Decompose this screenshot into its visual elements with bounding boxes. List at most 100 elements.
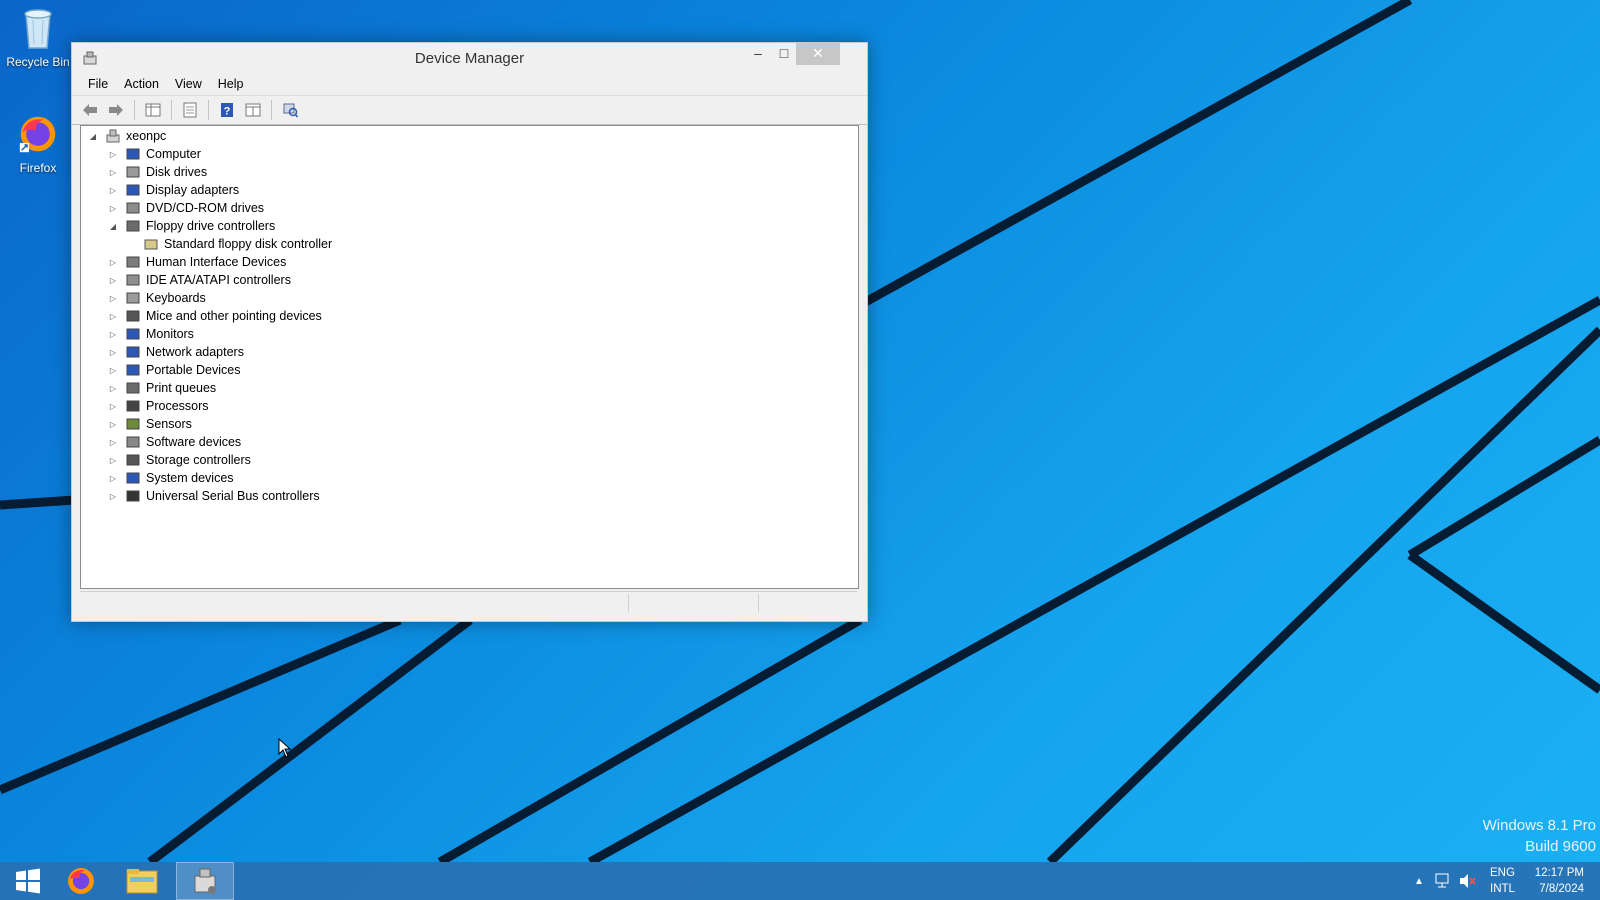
start-icon bbox=[16, 868, 40, 894]
tree-category-node[interactable]: ▷ Print queues bbox=[107, 379, 216, 397]
maximize-button[interactable]: □ bbox=[770, 43, 798, 65]
expand-arrow-icon[interactable]: ▷ bbox=[107, 310, 119, 322]
tree-node-label: Universal Serial Bus controllers bbox=[146, 489, 320, 503]
menu-view[interactable]: View bbox=[167, 75, 210, 93]
expand-arrow-icon[interactable]: ▷ bbox=[107, 490, 119, 502]
expand-arrow-icon[interactable]: ▷ bbox=[107, 346, 119, 358]
close-button[interactable]: ✕ bbox=[796, 43, 840, 65]
view-icon bbox=[245, 103, 261, 117]
help-button[interactable]: ? bbox=[217, 100, 237, 120]
expand-arrow-icon[interactable]: ▷ bbox=[107, 184, 119, 196]
expand-arrow-icon[interactable]: ▷ bbox=[107, 274, 119, 286]
tree-node-label: Monitors bbox=[146, 327, 194, 341]
watermark-build: Build 9600 bbox=[1525, 838, 1596, 855]
tree-category-node[interactable]: ▷ Software devices bbox=[107, 433, 241, 451]
tree-category-node[interactable]: ▷ Display adapters bbox=[107, 181, 239, 199]
tree-root-node[interactable]: ◢ xeonpc bbox=[87, 127, 166, 145]
start-button[interactable] bbox=[0, 862, 56, 900]
expand-arrow-icon[interactable]: ▷ bbox=[107, 328, 119, 340]
expand-arrow-icon[interactable]: ▷ bbox=[107, 382, 119, 394]
tray-overflow-icon[interactable]: ▲ bbox=[1414, 862, 1424, 900]
properties-button[interactable] bbox=[180, 100, 200, 120]
back-arrow-icon bbox=[83, 104, 97, 116]
toolbar: ? bbox=[72, 96, 867, 125]
taskbar-firefox[interactable] bbox=[53, 862, 109, 900]
tree-category-node[interactable]: ▷ Storage controllers bbox=[107, 451, 251, 469]
tree-category-node[interactable]: ▷ Sensors bbox=[107, 415, 192, 433]
expand-arrow-icon[interactable]: ▷ bbox=[107, 292, 119, 304]
tree-node-label: System devices bbox=[146, 471, 234, 485]
collapse-arrow-icon[interactable]: ◢ bbox=[107, 220, 119, 232]
volume-muted-icon bbox=[1460, 874, 1476, 888]
toolbar-separator bbox=[171, 100, 172, 120]
expand-arrow-icon[interactable]: ▷ bbox=[107, 256, 119, 268]
tree-category-node[interactable]: ▷ Monitors bbox=[107, 325, 194, 343]
mouse-cursor-icon bbox=[278, 738, 292, 758]
tree-category-node[interactable]: ▷ Network adapters bbox=[107, 343, 244, 361]
expand-arrow-icon[interactable]: ▷ bbox=[107, 202, 119, 214]
tree-category-node[interactable]: ▷ Processors bbox=[107, 397, 209, 415]
device-tree[interactable]: ◢ xeonpc ▷ Computer ▷ Disk drives ▷ Display a… bbox=[80, 125, 859, 589]
tree-category-node[interactable]: ▷ Disk drives bbox=[107, 163, 207, 181]
scan-for-hardware-changes-button[interactable] bbox=[280, 100, 300, 120]
expand-arrow-icon[interactable]: ▷ bbox=[107, 166, 119, 178]
expand-arrow-icon[interactable]: ▷ bbox=[107, 364, 119, 376]
view-button[interactable] bbox=[243, 100, 263, 120]
collapse-arrow-icon[interactable]: ◢ bbox=[87, 130, 99, 142]
tree-category-node[interactable]: ◢ Floppy drive controllers bbox=[107, 217, 275, 235]
title-bar[interactable]: Device Manager – □ ✕ bbox=[72, 43, 867, 73]
expand-arrow-icon[interactable]: ▷ bbox=[107, 436, 119, 448]
tree-category-node[interactable]: ▷ Mice and other pointing devices bbox=[107, 307, 322, 325]
taskbar-device-manager[interactable] bbox=[176, 862, 234, 900]
device-manager-window: Device Manager – □ ✕ File Action View He… bbox=[71, 42, 868, 622]
tree-node-label: Computer bbox=[146, 147, 201, 161]
desktop-icon-recycle-bin[interactable]: Recycle Bin bbox=[0, 6, 76, 69]
desktop-icon-firefox[interactable]: Firefox bbox=[0, 112, 76, 175]
expand-arrow-icon[interactable]: ▷ bbox=[107, 454, 119, 466]
tree-category-node[interactable]: ▷ Computer bbox=[107, 145, 201, 163]
volume-muted-icon-wrap[interactable] bbox=[1458, 862, 1476, 900]
device-category-icon bbox=[126, 166, 140, 178]
tree-category-node[interactable]: ▷ Keyboards bbox=[107, 289, 206, 307]
input-language-indicator[interactable]: ENG INTL bbox=[1490, 862, 1515, 900]
minimize-button[interactable]: – bbox=[744, 43, 772, 65]
expand-arrow-icon[interactable]: ▷ bbox=[107, 148, 119, 160]
tree-node-label: xeonpc bbox=[126, 129, 167, 143]
tree-category-node[interactable]: ▷ Universal Serial Bus controllers bbox=[107, 487, 320, 505]
tree-category-node[interactable]: ▷ IDE ATA/ATAPI controllers bbox=[107, 271, 291, 289]
tree-device-node[interactable]: Standard floppy disk controller bbox=[143, 235, 332, 253]
menu-help[interactable]: Help bbox=[210, 75, 252, 93]
device-category-icon bbox=[126, 148, 140, 160]
tree-category-node[interactable]: ▷ System devices bbox=[107, 469, 234, 487]
forward-button[interactable] bbox=[106, 100, 126, 120]
tree-node-label: IDE ATA/ATAPI controllers bbox=[146, 273, 291, 287]
device-category-icon bbox=[126, 436, 140, 448]
expand-arrow-icon[interactable]: ▷ bbox=[107, 472, 119, 484]
floppy-controller-icon bbox=[144, 239, 158, 250]
help-icon: ? bbox=[221, 103, 233, 118]
menu-action[interactable]: Action bbox=[116, 75, 167, 93]
device-category-icon bbox=[126, 256, 140, 268]
tree-category-node[interactable]: ▷ DVD/CD-ROM drives bbox=[107, 199, 264, 217]
file-explorer-icon bbox=[126, 869, 158, 894]
language-code: ENG bbox=[1490, 867, 1515, 879]
back-button[interactable] bbox=[80, 100, 100, 120]
desktop-icon-label: Firefox bbox=[19, 161, 57, 175]
tree-node-label: Human Interface Devices bbox=[146, 255, 287, 269]
toolbar-separator bbox=[208, 100, 209, 120]
device-category-icon bbox=[126, 382, 140, 394]
clock[interactable]: 12:17 PM 7/8/2024 bbox=[1530, 862, 1584, 900]
firefox-icon bbox=[19, 116, 56, 153]
network-icon-wrap[interactable] bbox=[1434, 862, 1452, 900]
show-hide-console-tree-button[interactable] bbox=[143, 100, 163, 120]
device-category-icon bbox=[126, 364, 140, 376]
menu-file[interactable]: File bbox=[80, 75, 116, 93]
expand-arrow-icon[interactable]: ▷ bbox=[107, 418, 119, 430]
tree-node-label: Floppy drive controllers bbox=[146, 219, 276, 233]
clock-time: 12:17 PM bbox=[1534, 867, 1584, 879]
taskbar-file-explorer[interactable] bbox=[114, 862, 170, 900]
tree-node-label: DVD/CD-ROM drives bbox=[146, 201, 265, 215]
tree-category-node[interactable]: ▷ Portable Devices bbox=[107, 361, 241, 379]
expand-arrow-icon[interactable]: ▷ bbox=[107, 400, 119, 412]
tree-category-node[interactable]: ▷ Human Interface Devices bbox=[107, 253, 286, 271]
